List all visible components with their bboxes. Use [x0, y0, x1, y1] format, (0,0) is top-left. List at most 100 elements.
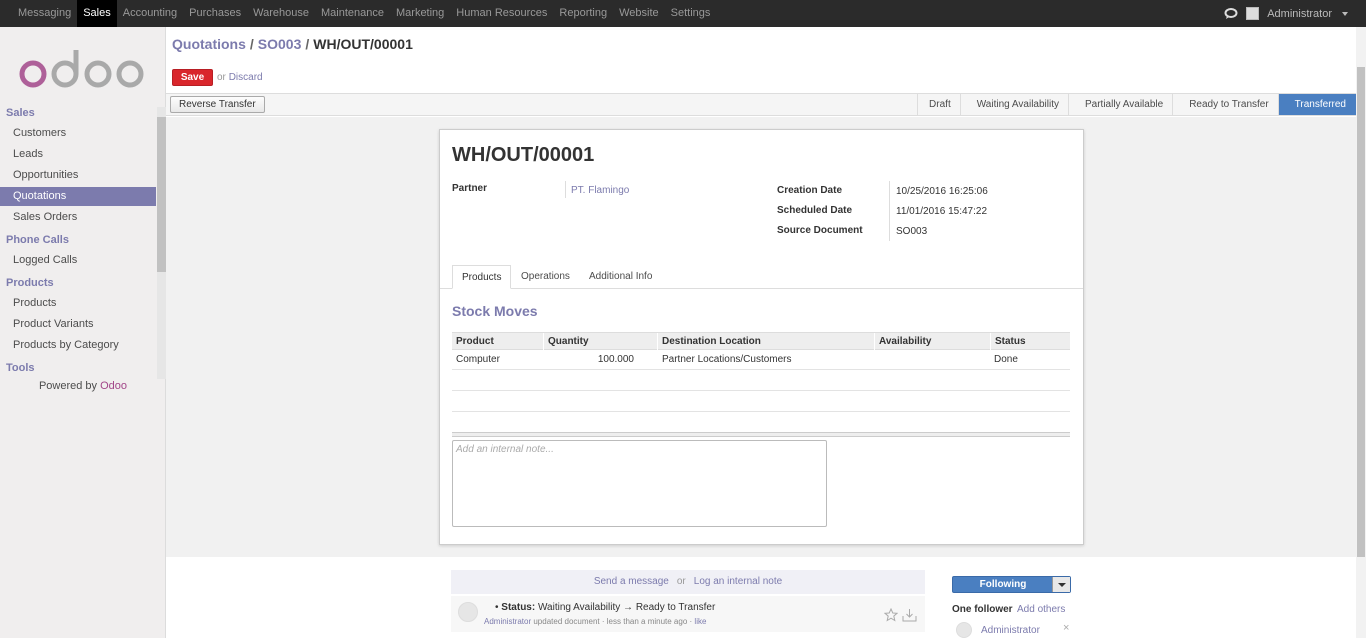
menu-sales[interactable]: Sales: [77, 0, 117, 27]
message-field-label: Status:: [501, 602, 536, 613]
menu-purchases[interactable]: Purchases: [183, 0, 247, 27]
sidebar-item-quotations[interactable]: Quotations: [0, 187, 156, 206]
form-tabs: Products Operations Additional Info: [440, 265, 1083, 289]
column-status[interactable]: Status: [990, 333, 1070, 351]
stage-pipeline: Draft Waiting Availability Partially Ava…: [917, 94, 1356, 115]
menu-warehouse[interactable]: Warehouse: [247, 0, 315, 27]
tab-additional-info[interactable]: Additional Info: [580, 265, 661, 289]
stage-draft[interactable]: Draft: [917, 94, 960, 115]
cell-product: Computer: [456, 354, 500, 365]
document-title: WH/OUT/00001: [452, 144, 595, 166]
meta-dot: ·: [689, 617, 693, 626]
user-avatar[interactable]: [1246, 7, 1260, 20]
arrow-right-icon: →: [623, 602, 634, 613]
sidebar-item-customers[interactable]: Customers: [0, 124, 156, 143]
menu-settings[interactable]: Settings: [665, 0, 717, 27]
powered-by: Powered by Odoo: [0, 380, 166, 392]
sidebar-item-leads[interactable]: Leads: [0, 145, 156, 164]
scheduled-date-field[interactable]: 11/01/2016 15:47:22: [896, 206, 987, 217]
log-note-button[interactable]: Log an internal note: [694, 576, 782, 587]
message-time: less than a minute ago: [606, 617, 688, 626]
reverse-transfer-button[interactable]: Reverse Transfer: [170, 96, 265, 113]
follower-name[interactable]: Administrator: [981, 625, 1040, 636]
table-row[interactable]: Computer 100.000 Partner Locations/Custo…: [452, 350, 1070, 370]
meta-dot: ·: [601, 617, 605, 626]
table-footer: [452, 432, 1070, 437]
message-body: • Status: Waiting Availability → Ready t…: [495, 602, 715, 613]
user-area: Administrator: [1224, 0, 1348, 27]
source-document-field[interactable]: SO003: [896, 226, 927, 237]
menu-marketing[interactable]: Marketing: [390, 0, 450, 27]
powered-by-label: Powered by: [38, 380, 98, 392]
chevron-down-icon[interactable]: [1052, 577, 1070, 592]
like-link[interactable]: like: [694, 617, 706, 626]
odoo-logo: [19, 50, 144, 88]
top-menu: Messaging Sales Accounting Purchases War…: [0, 0, 716, 27]
chat-icon[interactable]: [1224, 7, 1238, 20]
menu-human-resources[interactable]: Human Resources: [450, 0, 553, 27]
column-quantity[interactable]: Quantity: [543, 333, 657, 351]
column-product[interactable]: Product: [452, 333, 543, 351]
tab-products[interactable]: Products: [452, 265, 512, 289]
sidebar-section-products: Products: [6, 277, 54, 289]
sidebar-item-product-variants[interactable]: Product Variants: [0, 315, 156, 334]
form-sheet: WH/OUT/00001 Partner PT. Flamingo Creati…: [439, 129, 1084, 545]
save-button[interactable]: Save: [172, 69, 213, 86]
cell-quantity: 100.000: [597, 354, 634, 365]
menu-messaging[interactable]: Messaging: [12, 0, 77, 27]
creation-date-field[interactable]: 10/25/2016 16:25:06: [896, 186, 988, 197]
status-bar: Reverse Transfer Draft Waiting Availabil…: [166, 93, 1356, 116]
menu-website[interactable]: Website: [613, 0, 665, 27]
reply-icon[interactable]: [902, 608, 917, 622]
message-meta: Administrator updated document · less th…: [484, 617, 706, 626]
or-label: or: [217, 72, 226, 83]
sidebar-item-logged-calls[interactable]: Logged Calls: [0, 251, 156, 270]
breadcrumb-current: WH/OUT/00001: [313, 36, 413, 52]
breadcrumb-quotations[interactable]: Quotations: [172, 36, 246, 52]
menu-accounting[interactable]: Accounting: [117, 0, 183, 27]
partner-label: Partner: [452, 183, 488, 194]
sidebar-item-sales-orders[interactable]: Sales Orders: [0, 208, 156, 227]
or-discard: or Discard: [217, 72, 263, 83]
message-author[interactable]: Administrator: [484, 617, 531, 626]
stage-transferred[interactable]: Transferred: [1277, 94, 1356, 115]
internal-note-field[interactable]: Add an internal note...: [452, 440, 827, 527]
breadcrumb-separator: /: [249, 36, 254, 52]
tab-operations[interactable]: Operations: [512, 265, 579, 289]
partner-field[interactable]: PT. Flamingo: [571, 185, 629, 196]
following-button[interactable]: Following: [952, 576, 1071, 593]
follower-avatar: [956, 622, 972, 638]
message-action: updated document: [533, 617, 600, 626]
sidebar: Sales Customers Leads Opportunities Quot…: [0, 27, 166, 638]
section-title: Stock Moves: [452, 303, 538, 319]
powered-by-brand[interactable]: Odoo: [100, 380, 127, 392]
close-icon[interactable]: ×: [1063, 622, 1069, 634]
stage-waiting-availability[interactable]: Waiting Availability: [959, 94, 1068, 115]
chevron-down-icon[interactable]: [1342, 11, 1348, 16]
column-availability[interactable]: Availability: [874, 333, 990, 351]
chatter-actions: Send a message or Log an internal note: [451, 570, 925, 594]
table-header: Product Quantity Destination Location Av…: [452, 332, 1070, 351]
table-row-empty: [452, 371, 1070, 391]
user-menu[interactable]: Administrator: [1267, 8, 1332, 20]
sidebar-scrollbar[interactable]: [157, 107, 166, 379]
message-bullet: •: [495, 602, 499, 613]
sidebar-item-opportunities[interactable]: Opportunities: [0, 166, 156, 185]
stage-partially-available[interactable]: Partially Available: [1067, 94, 1173, 115]
sidebar-item-products-by-category[interactable]: Products by Category: [0, 336, 156, 355]
chatter-message: • Status: Waiting Availability → Ready t…: [451, 596, 925, 632]
stage-ready-to-transfer[interactable]: Ready to Transfer: [1172, 94, 1278, 115]
add-followers-link[interactable]: Add others: [1017, 604, 1065, 615]
menu-reporting[interactable]: Reporting: [553, 0, 613, 27]
send-message-button[interactable]: Send a message: [594, 576, 669, 587]
breadcrumb-so003[interactable]: SO003: [258, 36, 302, 52]
message-new-value: Ready to Transfer: [635, 602, 716, 613]
column-destination-location[interactable]: Destination Location: [657, 333, 874, 351]
sidebar-section-tools: Tools: [6, 362, 35, 374]
cell-status: Done: [994, 354, 1018, 365]
star-icon[interactable]: [884, 608, 898, 622]
sidebar-item-products[interactable]: Products: [0, 294, 156, 313]
discard-button[interactable]: Discard: [229, 72, 263, 83]
menu-maintenance[interactable]: Maintenance: [315, 0, 390, 27]
main-scrollbar[interactable]: [1356, 27, 1366, 638]
